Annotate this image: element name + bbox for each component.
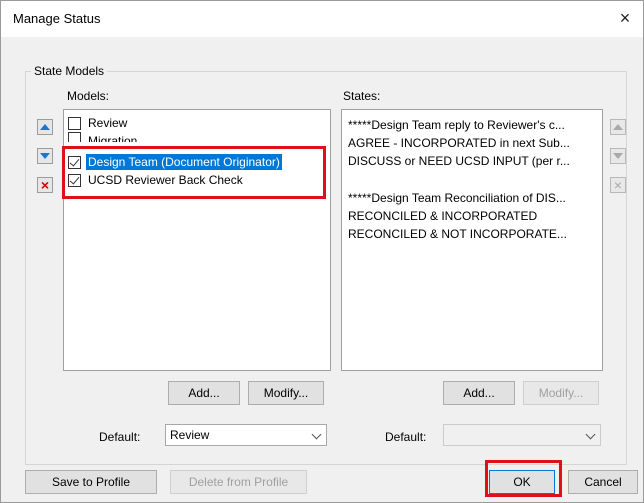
delete-x-icon: × xyxy=(40,177,50,193)
model-checkbox-migration[interactable] xyxy=(68,132,81,142)
model-label: Review xyxy=(88,116,128,130)
annotation-highlight-ok xyxy=(485,460,562,497)
title-bar: Manage Status × xyxy=(1,1,643,37)
arrow-up-icon xyxy=(40,124,50,130)
state-item[interactable]: *****Design Team reply to Reviewer's c..… xyxy=(348,116,602,134)
states-label: States: xyxy=(343,89,381,103)
model-item-migration[interactable]: Migration xyxy=(68,132,139,142)
models-default-select[interactable]: Review xyxy=(165,424,327,446)
model-label: Migration xyxy=(88,134,138,142)
modify-model-button[interactable]: Modify... xyxy=(248,381,324,405)
states-listbox[interactable]: *****Design Team reply to Reviewer's c..… xyxy=(341,109,603,371)
models-default-label: Default: xyxy=(99,430,141,444)
arrow-down-icon xyxy=(40,153,50,159)
state-delete-button[interactable]: × xyxy=(610,177,626,193)
models-label: Models: xyxy=(67,89,110,103)
state-item[interactable]: RECONCILED & INCORPORATED xyxy=(348,207,602,225)
state-item[interactable]: RECONCILED & NOT INCORPORATE... xyxy=(348,225,602,243)
states-default-select[interactable] xyxy=(443,424,601,446)
state-move-up-button[interactable] xyxy=(610,119,626,135)
modify-state-button[interactable]: Modify... xyxy=(523,381,599,405)
arrow-up-icon xyxy=(613,124,623,130)
move-up-button[interactable] xyxy=(37,119,53,135)
move-down-button[interactable] xyxy=(37,148,53,164)
cancel-button[interactable]: Cancel xyxy=(568,470,638,494)
chevron-down-icon xyxy=(311,429,322,440)
dialog-title: Manage Status xyxy=(13,11,101,26)
add-state-button[interactable]: Add... xyxy=(443,381,515,405)
model-checkbox-review[interactable] xyxy=(68,116,81,130)
models-default-value: Review xyxy=(170,428,210,442)
add-model-button[interactable]: Add... xyxy=(168,381,240,405)
arrow-down-icon xyxy=(613,153,623,159)
delete-x-icon: × xyxy=(613,177,623,193)
state-move-down-button[interactable] xyxy=(610,148,626,164)
annotation-highlight-models xyxy=(62,146,326,199)
save-to-profile-button[interactable]: Save to Profile xyxy=(25,470,157,494)
state-item[interactable]: AGREE - INCORPORATED in next Sub... xyxy=(348,134,602,152)
manage-status-dialog: Manage Status × State Models Models: × R… xyxy=(0,0,644,503)
model-item-review[interactable]: Review xyxy=(68,114,129,132)
delete-from-profile-button[interactable]: Delete from Profile xyxy=(170,470,307,494)
state-item[interactable]: DISCUSS or NEED UCSD INPUT (per r... xyxy=(348,152,602,170)
close-icon[interactable]: × xyxy=(607,1,643,37)
chevron-down-icon xyxy=(585,429,596,440)
delete-model-button[interactable]: × xyxy=(37,177,53,193)
state-item[interactable]: *****Design Team Reconciliation of DIS..… xyxy=(348,189,602,207)
states-default-label: Default: xyxy=(385,430,427,444)
state-models-legend: State Models xyxy=(31,64,108,78)
